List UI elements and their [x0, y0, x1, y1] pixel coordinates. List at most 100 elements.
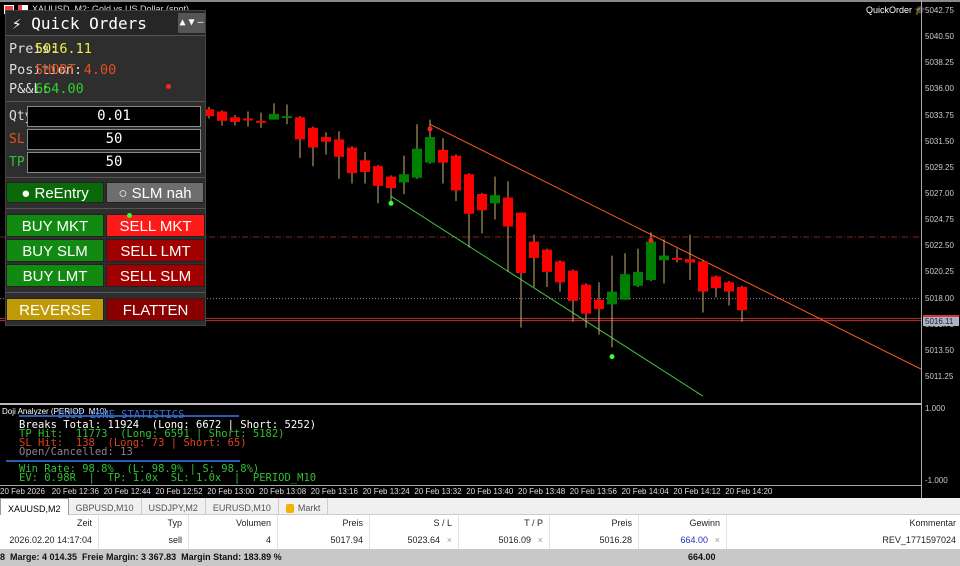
chart-tabs: XAUUSD,M2 GBPUSD,M10 USDJPY,M2 EURUSD,M1…	[0, 498, 960, 515]
panel-title-bar[interactable]: ⚡ Quick Orders ▲ ▼ –	[6, 11, 205, 36]
bear-candle	[555, 261, 565, 283]
reentry-toggle[interactable]: ● ReEntry	[6, 182, 104, 203]
buy-market-button[interactable]: BUY MKT	[6, 214, 104, 237]
table-header: Zeit Typ Volumen Preis S / L T / P Preis Gewinn…	[0, 515, 960, 532]
column-header[interactable]: Typ	[167, 518, 182, 528]
column-header[interactable]: S / L	[433, 518, 452, 528]
signal-dot	[127, 213, 132, 218]
bear-candle	[373, 166, 383, 186]
sell-limit-button[interactable]: SELL LMT	[106, 239, 205, 262]
sell-slm-button[interactable]: SELL SLM	[106, 264, 205, 287]
time-tick-label: 20 Feb 14:04	[621, 487, 669, 496]
price-tick-label: 5013.50	[925, 345, 954, 355]
bear-candle	[516, 212, 526, 274]
column-header[interactable]: Gewinn	[689, 518, 720, 528]
positions-table: Zeit Typ Volumen Preis S / L T / P Preis Gewinn…	[0, 515, 960, 549]
bull-candle	[282, 116, 292, 119]
bear-candle	[477, 194, 487, 211]
time-tick-label: 20 Feb 13:08	[259, 487, 307, 496]
table-cell: sell	[168, 535, 182, 545]
signal-marker	[388, 200, 394, 206]
column-header[interactable]: T / P	[524, 518, 543, 528]
slm-toggle[interactable]: ○ SLM nah	[106, 182, 204, 203]
bear-candle	[386, 176, 396, 189]
bear-candle	[295, 117, 305, 140]
bear-candle	[243, 118, 253, 121]
tp-label: TP	[9, 155, 25, 170]
divider	[6, 208, 205, 209]
quick-orders-panel: ⚡ Quick Orders ▲ ▼ – Preis: 5016.11 Posit…	[5, 10, 206, 326]
sl-input[interactable]: 50	[27, 129, 201, 150]
signal-marker	[648, 237, 654, 243]
minimize-button[interactable]: –	[196, 13, 205, 33]
divider	[6, 292, 205, 293]
table-row[interactable]: 2026.02.20 14:17:04 sell 4 5017.94 5023.64 × 5…	[0, 532, 960, 549]
time-tick-label: 20 Feb 12:36	[51, 487, 99, 496]
table-cell: 5016.28	[599, 535, 632, 545]
tab-markt-label: Markt	[297, 503, 321, 513]
bear-candle	[529, 241, 539, 258]
subwindow-tick-label: -1.000	[925, 476, 948, 485]
time-tick-label: 20 Feb 13:40	[466, 487, 514, 496]
table-cell: 5023.64	[407, 535, 440, 545]
bear-candle	[360, 160, 370, 172]
bear-candle	[672, 257, 682, 260]
remove-level-icon[interactable]: ×	[715, 535, 720, 545]
tab-usdjpy[interactable]: USDJPY,M2	[142, 498, 206, 515]
bear-candle	[347, 147, 357, 174]
tab-gbpusd[interactable]: GBPUSD,M10	[69, 498, 142, 515]
price-tick-label: 5031.50	[925, 136, 954, 146]
bag-icon	[285, 503, 294, 513]
price-axis[interactable]: 5042.75 5040.50 5038.25 5036.00 5033.75 5031.…	[921, 0, 960, 498]
time-axis[interactable]: 20 Feb 2026 20 Feb 12:36 20 Feb 12:44 20 Fe…	[0, 485, 921, 498]
bear-candle	[568, 270, 578, 301]
bull-candle	[399, 174, 409, 183]
price-tick-label: 5018.00	[925, 293, 954, 303]
column-header[interactable]: Preis	[611, 518, 632, 528]
tab-eurusd[interactable]: EURUSD,M10	[206, 498, 279, 515]
time-tick-label: 20 Feb 2026	[0, 487, 45, 496]
expected-value: EV: 0.98R | TP: 1.0x SL: 1.0x | PERIOD_M…	[19, 472, 317, 484]
qty-input[interactable]: 0.01	[27, 106, 201, 127]
buy-slm-button[interactable]: BUY SLM	[6, 239, 104, 262]
pnl-row: P&&L: 664.00	[9, 81, 84, 97]
sell-market-button[interactable]: SELL MKT	[106, 214, 205, 237]
bull-candle	[412, 148, 422, 178]
table-cell: 5016.09	[498, 535, 531, 545]
column-header[interactable]: Zeit	[77, 518, 92, 528]
move-up-button[interactable]: ▲	[178, 13, 187, 33]
bear-candle	[711, 276, 721, 289]
price-tick-label: 5024.75	[925, 215, 954, 225]
flatten-button[interactable]: FLATTEN	[106, 298, 205, 321]
bull-candle	[646, 241, 656, 280]
remove-level-icon[interactable]: ×	[538, 535, 543, 545]
tp-input[interactable]: 50	[27, 152, 201, 173]
time-tick-label: 20 Feb 14:12	[673, 487, 721, 496]
column-header[interactable]: Preis	[342, 518, 363, 528]
bear-candle	[451, 155, 461, 191]
bear-candle	[230, 117, 240, 122]
total-profit: 664.00	[688, 552, 716, 562]
tab-markt[interactable]: Markt	[279, 498, 329, 515]
table-cell: 4	[265, 535, 271, 545]
price-tick-label: 5027.00	[925, 189, 954, 198]
price-tick-label: 5038.25	[925, 58, 954, 68]
remove-level-icon[interactable]: ×	[447, 535, 452, 545]
buy-limit-button[interactable]: BUY LMT	[6, 264, 104, 287]
time-tick-label: 20 Feb 12:44	[103, 487, 151, 496]
trend-line	[390, 195, 704, 397]
signal-marker	[609, 354, 615, 360]
price-value: 5016.11	[35, 41, 92, 57]
price-tick-label: 5040.50	[925, 32, 954, 42]
column-header[interactable]: Volumen	[236, 518, 271, 528]
time-tick-label: 20 Feb 13:56	[569, 487, 617, 496]
bear-candle	[503, 197, 513, 227]
reverse-button[interactable]: REVERSE	[6, 298, 104, 321]
price-tick-label: 5022.50	[925, 241, 954, 251]
bull-candle	[659, 255, 669, 261]
column-header[interactable]: Kommentar	[909, 518, 956, 528]
current-price-label: 5016.11	[923, 315, 959, 326]
tab-xauusd[interactable]: XAUUSD,M2	[0, 498, 69, 515]
expert-label: QuickOrder 🎓	[866, 5, 926, 16]
move-down-button[interactable]: ▼	[187, 13, 196, 33]
